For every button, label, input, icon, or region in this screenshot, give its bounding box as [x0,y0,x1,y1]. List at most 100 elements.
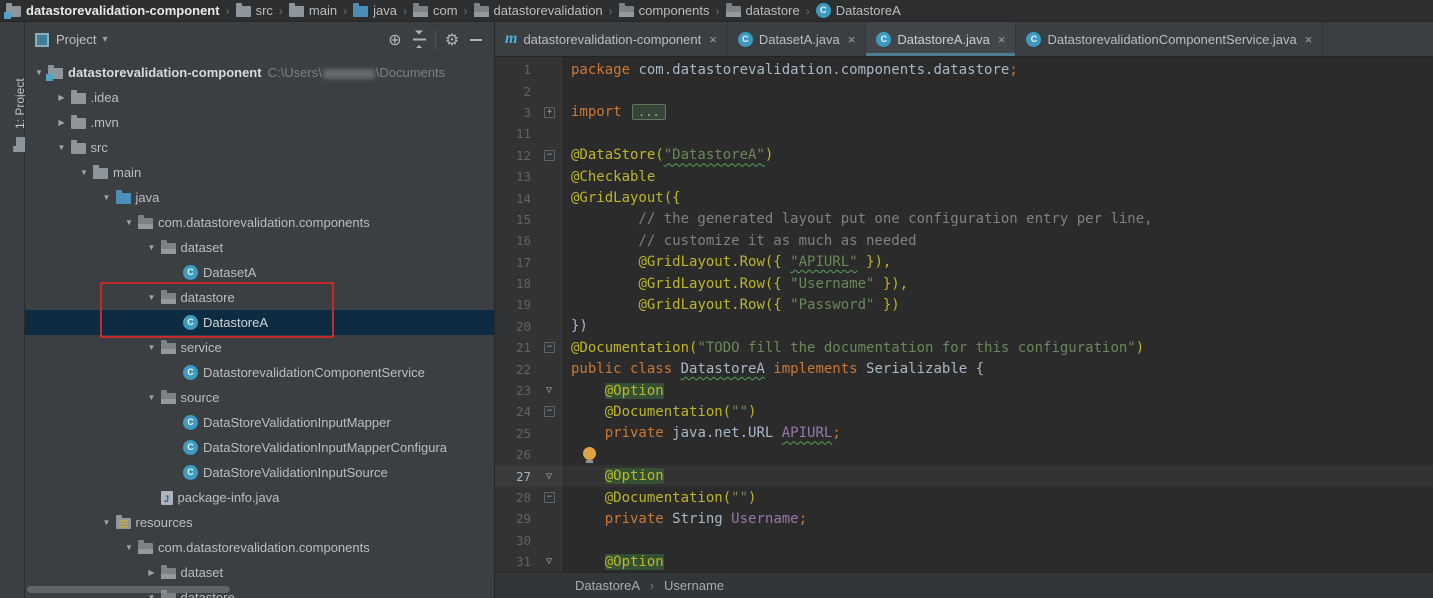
tree-item-datastorevalidationinputmapper[interactable]: CDataStoreValidationInputMapper [25,410,494,435]
breadcrumb-item-com[interactable]: com [413,3,458,18]
expand-toggle-icon[interactable]: ▼ [120,218,138,227]
code-line-2[interactable]: 2 [495,80,1433,101]
tree-item-package-info-java[interactable]: Jpackage-info.java [25,485,494,510]
expand-toggle-icon[interactable]: ▼ [143,393,161,402]
tree-item-main[interactable]: ▼main [25,160,494,185]
tab-dataseta-java[interactable]: CDatasetA.java× [728,22,867,56]
editor-breadcrumb-datastorea[interactable]: DatastoreA [575,578,640,593]
close-tab-icon[interactable]: × [998,32,1006,47]
hide-icon[interactable] [464,28,488,52]
breadcrumb-item-components[interactable]: components [619,3,710,18]
tree-item-dataset[interactable]: ▶dataset [25,560,494,585]
expand-toggle-icon[interactable]: ▼ [53,143,71,152]
tree-item-com-datastorevalidation-components[interactable]: ▼com.datastorevalidation.components [25,535,494,560]
code-line-26[interactable]: 26 [495,444,1433,465]
tree-item-service[interactable]: ▼service [25,335,494,360]
tree-item-source[interactable]: ▼source [25,385,494,410]
breadcrumb-item-datastorevalidation-component[interactable]: datastorevalidation-component [6,3,220,18]
tab-datastorevalidationcomponentservice-java[interactable]: CDatastorevalidationComponentService.jav… [1016,22,1323,56]
code-line-25[interactable]: 25 private java.net.URL APIURL; [495,423,1433,444]
tab-datastorea-java[interactable]: CDatastoreA.java× [866,22,1016,56]
fold-marker-icon[interactable]: ▽ [543,556,555,567]
expand-toggle-icon[interactable]: ▼ [120,543,138,552]
tab-datastorevalidation-component[interactable]: mdatastorevalidation-component× [495,22,728,56]
code-line-13[interactable]: 13@Checkable [495,166,1433,187]
code-line-16[interactable]: 16 // customize it as much as needed [495,230,1433,251]
collapse-all-icon[interactable] [407,28,431,52]
tree-item-datastorevalidation-component[interactable]: ▼datastorevalidation-componentC:\Users\\… [25,60,494,85]
tree-item-datastorevalidationinputsource[interactable]: CDataStoreValidationInputSource [25,460,494,485]
tree-item-java[interactable]: ▼ java [25,185,494,210]
code-line-15[interactable]: 15 // the generated layout put one confi… [495,209,1433,230]
tree-item-dataseta[interactable]: CDatasetA [25,260,494,285]
tree-item-datastorea[interactable]: CDatastoreA [25,310,494,335]
project-panel-title[interactable]: Project [56,32,96,47]
tree-item-dataset[interactable]: ▼dataset [25,235,494,260]
locate-icon[interactable]: ⊕ [383,28,407,52]
editor-breadcrumb-bar: DatastoreA›Username [495,572,1433,598]
expand-toggle-icon[interactable]: ▼ [75,168,93,177]
code-line-18[interactable]: 18 @GridLayout.Row({ "Username" }), [495,273,1433,294]
code-line-3[interactable]: 3+import ... [495,102,1433,123]
expand-toggle-icon[interactable]: ▼ [143,343,161,352]
code-line-22[interactable]: 22public class DatastoreA implements Ser… [495,358,1433,379]
horizontal-scrollbar[interactable] [27,586,230,593]
expand-toggle-icon[interactable]: ▶ [53,118,71,127]
code-line-28[interactable]: 28− @Documentation("") [495,487,1433,508]
fold-marker-icon[interactable]: − [544,406,555,417]
breadcrumb-item-datastore[interactable]: datastore [726,3,800,18]
expand-toggle-icon[interactable]: ▶ [53,93,71,102]
fold-marker-icon[interactable]: ▽ [543,471,555,482]
expand-toggle-icon[interactable]: ▼ [143,593,161,598]
code-line-27[interactable]: 27▽ @Option [495,465,1433,486]
code-line-24[interactable]: 24− @Documentation("") [495,401,1433,422]
code-text: @Documentation("") [561,404,756,420]
code-line-1[interactable]: 1package com.datastorevalidation.compone… [495,59,1433,80]
breadcrumb-item-main[interactable]: main [289,3,337,18]
folded-code[interactable]: ... [632,104,666,120]
fold-marker-icon[interactable]: − [544,342,555,353]
breadcrumb-item-datastorevalidation[interactable]: datastorevalidation [474,3,603,18]
tree-item-datastorevalidationcomponentservice[interactable]: CDatastorevalidationComponentService [25,360,494,385]
fold-marker-icon[interactable]: + [544,107,555,118]
tree-item-resources[interactable]: ▼resources [25,510,494,535]
code-line-17[interactable]: 17 @GridLayout.Row({ "APIURL" }), [495,252,1433,273]
code-line-12[interactable]: 12−@DataStore("DatastoreA") [495,145,1433,166]
tree-item-mvn[interactable]: ▶.mvn [25,110,494,135]
tree-item-src[interactable]: ▼src [25,135,494,160]
tree-item-com-datastorevalidation-components[interactable]: ▼com.datastorevalidation.components [25,210,494,235]
intention-bulb-icon[interactable] [583,447,596,460]
tree-item-idea[interactable]: ▶.idea [25,85,494,110]
code-line-31[interactable]: 31▽ @Option [495,551,1433,572]
code-line-30[interactable]: 30 [495,530,1433,551]
expand-toggle-icon[interactable]: ▼ [98,518,116,527]
code-line-23[interactable]: 23▽ @Option [495,380,1433,401]
close-tab-icon[interactable]: × [709,32,717,47]
breadcrumb-item-datastorea[interactable]: CDatastoreA [816,3,901,18]
tree-item-label: java [136,190,160,205]
expand-toggle-icon[interactable]: ▼ [98,193,116,202]
code-line-21[interactable]: 21−@Documentation("TODO fill the documen… [495,337,1433,358]
fold-marker-icon[interactable]: − [544,492,555,503]
editor-breadcrumb-username[interactable]: Username [664,578,724,593]
close-tab-icon[interactable]: × [1305,32,1313,47]
code-editor[interactable]: 1package com.datastorevalidation.compone… [495,57,1433,572]
breadcrumb-item-java[interactable]: java [353,3,397,18]
breadcrumb-item-src[interactable]: src [236,3,273,18]
project-panel: Project ▾ ⊕ ⚙ ▼datastorevalidation-compon… [25,22,495,598]
fold-marker-icon[interactable]: − [544,150,555,161]
code-line-14[interactable]: 14@GridLayout({ [495,187,1433,208]
code-line-19[interactable]: 19 @GridLayout.Row({ "Password" }) [495,294,1433,315]
tree-item-datastore[interactable]: ▼datastore [25,285,494,310]
close-tab-icon[interactable]: × [848,32,856,47]
code-line-20[interactable]: 20}) [495,316,1433,337]
code-line-11[interactable]: 11 [495,123,1433,144]
expand-toggle-icon[interactable]: ▼ [143,243,161,252]
chevron-down-icon[interactable]: ▾ [102,34,107,45]
expand-toggle-icon[interactable]: ▶ [143,568,161,577]
code-line-29[interactable]: 29 private String Username; [495,508,1433,529]
tree-item-datastorevalidationinputmapperconfigura[interactable]: CDataStoreValidationInputMapperConfigura [25,435,494,460]
settings-icon[interactable]: ⚙ [440,28,464,52]
fold-marker-icon[interactable]: ▽ [543,385,555,396]
expand-toggle-icon[interactable]: ▼ [143,293,161,302]
